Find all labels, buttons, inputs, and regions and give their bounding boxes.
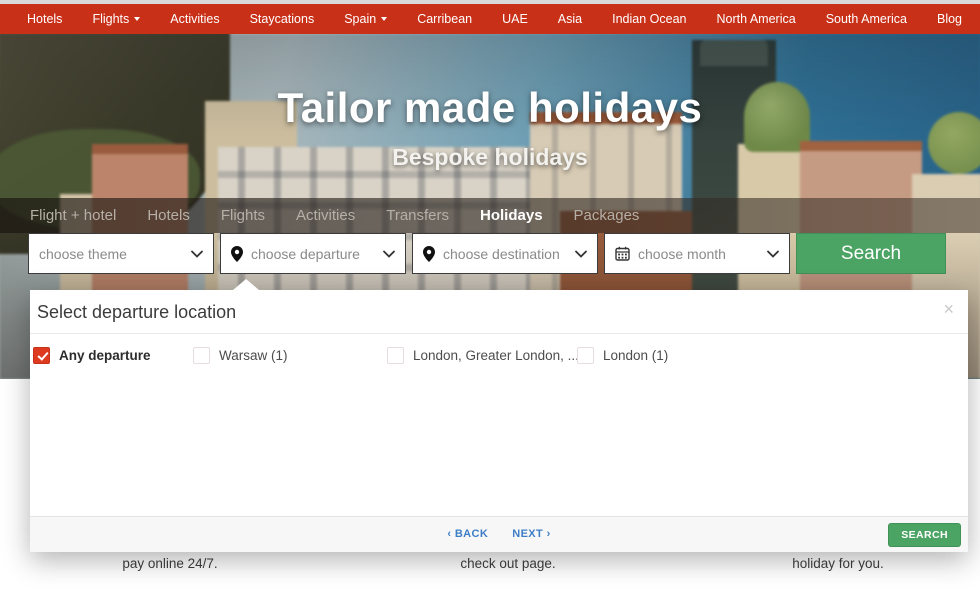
destination-select-value: choose destination <box>443 246 575 262</box>
option-any-departure[interactable]: Any departure <box>33 347 193 364</box>
modal-footer: ‹ BACK NEXT › SEARCH <box>30 516 968 552</box>
tab-activities[interactable]: Activities <box>296 207 355 224</box>
chevron-down-icon <box>383 250 395 258</box>
back-link[interactable]: ‹ BACK <box>447 528 488 540</box>
chevron-down-icon <box>381 17 387 21</box>
nav-label: Indian Ocean <box>612 12 686 26</box>
page-snippet: pay online 24/7. <box>122 556 217 571</box>
chevron-down-icon <box>134 17 140 21</box>
nav-label: Spain <box>344 12 376 26</box>
theme-select-value: choose theme <box>39 246 191 262</box>
chevron-down-icon <box>191 250 203 258</box>
page-subtitle: Bespoke holidays <box>0 144 980 171</box>
nav-label: Activities <box>170 12 219 26</box>
option-london[interactable]: London (1) <box>577 347 968 364</box>
tab-holidays[interactable]: Holidays <box>480 207 543 224</box>
option-warsaw[interactable]: Warsaw (1) <box>193 347 387 364</box>
nav-label: Hotels <box>27 12 62 26</box>
page-title: Tailor made holidays <box>0 84 980 132</box>
product-tabs: Flight + hotel Hotels Flights Activities… <box>0 198 980 233</box>
destination-select[interactable]: choose destination <box>412 233 598 274</box>
calendar-icon <box>615 246 630 261</box>
modal-search-button[interactable]: SEARCH <box>888 523 961 547</box>
tab-hotels[interactable]: Hotels <box>147 207 190 224</box>
departure-modal: Select departure location × Any departur… <box>30 290 968 552</box>
checkbox-london[interactable] <box>577 347 594 364</box>
nav-label: UAE <box>502 12 528 26</box>
nav-item-spain[interactable]: Spain <box>329 12 402 26</box>
option-london-greater[interactable]: London, Greater London, ... <box>387 347 577 364</box>
chevron-down-icon <box>767 250 779 258</box>
nav-item-carribean[interactable]: Carribean <box>402 12 487 26</box>
nav-label: Blog <box>937 12 962 26</box>
nav-label: Flights <box>92 12 129 26</box>
nav-item-uae[interactable]: UAE <box>487 12 543 26</box>
nav-label: South America <box>826 12 907 26</box>
nav-label: Staycations <box>250 12 315 26</box>
nav-label: Carribean <box>417 12 472 26</box>
modal-header: Select departure location × <box>30 290 968 334</box>
map-pin-icon <box>423 246 435 262</box>
departure-select[interactable]: choose departure <box>220 233 406 274</box>
tab-transfers[interactable]: Transfers <box>386 207 449 224</box>
option-label: Any departure <box>59 348 151 363</box>
nav-label: Asia <box>558 12 582 26</box>
option-label: London (1) <box>603 348 668 363</box>
chevron-down-icon <box>575 250 587 258</box>
next-link[interactable]: NEXT › <box>512 528 550 540</box>
departure-select-value: choose departure <box>251 246 383 262</box>
modal-title: Select departure location <box>37 302 236 322</box>
step-links: ‹ BACK NEXT › <box>447 528 550 540</box>
departure-options: Any departure Warsaw (1) London, Greater… <box>30 347 968 364</box>
search-button[interactable]: Search <box>796 233 946 274</box>
month-select-value: choose month <box>638 246 767 262</box>
checkbox-warsaw[interactable] <box>193 347 210 364</box>
nav-item-hotels[interactable]: Hotels <box>12 12 77 26</box>
checkbox-london-greater[interactable] <box>387 347 404 364</box>
option-label: London, Greater London, ... <box>413 348 579 363</box>
nav-item-activities[interactable]: Activities <box>155 12 234 26</box>
nav-item-north-america[interactable]: North America <box>701 12 810 26</box>
nav-item-flights[interactable]: Flights <box>77 12 155 26</box>
tab-flight-hotel[interactable]: Flight + hotel <box>30 207 116 224</box>
nav-item-staycations[interactable]: Staycations <box>235 12 330 26</box>
close-icon[interactable]: × <box>943 300 954 318</box>
checkbox-any-departure[interactable] <box>33 347 50 364</box>
page-snippet: holiday for you. <box>792 556 884 571</box>
page-snippet: check out page. <box>460 556 555 571</box>
nav-item-south-america[interactable]: South America <box>811 12 922 26</box>
tab-packages[interactable]: Packages <box>574 207 640 224</box>
main-navbar: Hotels Flights Activities Staycations Sp… <box>0 4 980 34</box>
option-label: Warsaw (1) <box>219 348 288 363</box>
nav-item-indian-ocean[interactable]: Indian Ocean <box>597 12 701 26</box>
theme-select[interactable]: choose theme <box>28 233 214 274</box>
search-form: choose theme choose departure choose des… <box>0 233 980 274</box>
map-pin-icon <box>231 246 243 262</box>
tab-flights[interactable]: Flights <box>221 207 265 224</box>
nav-item-asia[interactable]: Asia <box>543 12 597 26</box>
nav-item-blog[interactable]: Blog <box>922 12 977 26</box>
page: Hotels Flights Activities Staycations Sp… <box>0 0 980 600</box>
nav-label: North America <box>716 12 795 26</box>
month-select[interactable]: choose month <box>604 233 790 274</box>
